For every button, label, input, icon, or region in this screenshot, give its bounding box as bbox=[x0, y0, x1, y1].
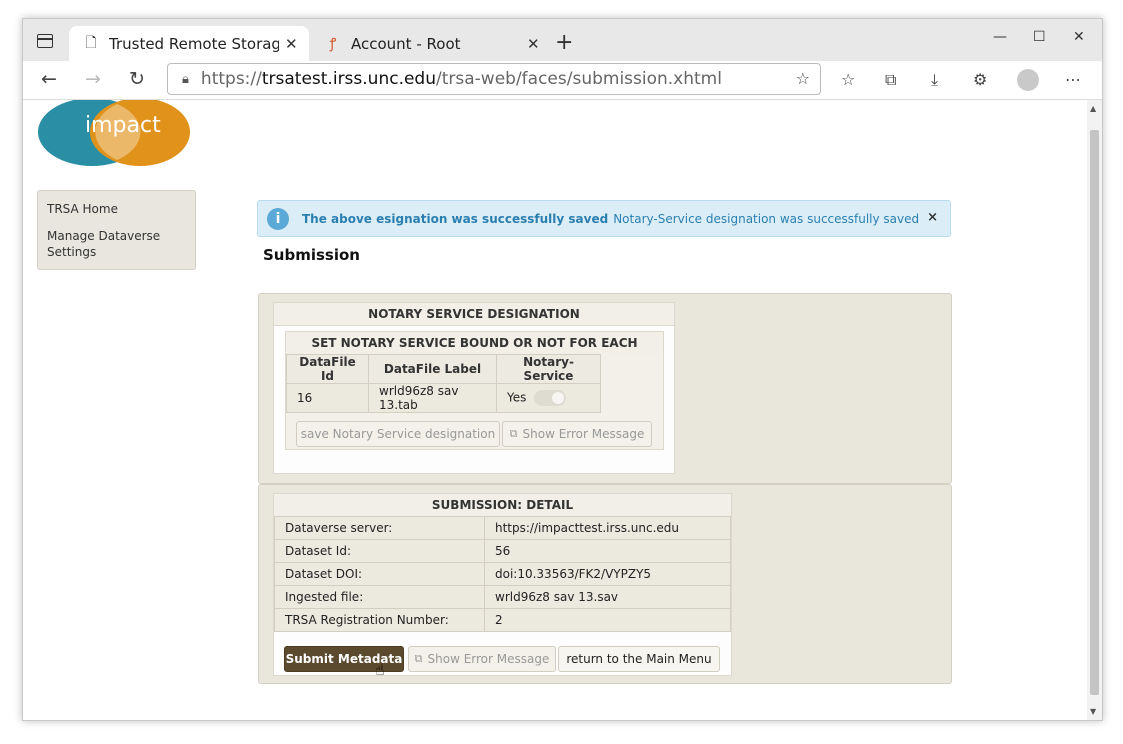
minimize-icon[interactable]: — bbox=[993, 29, 1007, 45]
favorites-icon[interactable]: ☆ bbox=[841, 70, 855, 89]
datafile-label-cell: wrld96z8 sav 13.tab bbox=[368, 383, 497, 413]
column-header-notary-service: Notary-Service bbox=[496, 354, 601, 384]
tab-trsa[interactable]: 🗋 Trusted Remote Storage A ✕ bbox=[69, 26, 309, 61]
tab-account-root[interactable]: ꝭ Account - Root ✕ bbox=[311, 26, 547, 61]
detail-value: doi:10.33563/FK2/VYPZY5 bbox=[484, 562, 731, 586]
column-header-datafile-id: DataFile Id bbox=[286, 354, 369, 384]
new-tab-icon[interactable]: + bbox=[555, 30, 573, 55]
message-summary: The above esignation was successfully sa… bbox=[302, 211, 609, 226]
sidebar-item-manage-dataverse-settings[interactable]: Manage Dataverse Settings bbox=[47, 228, 167, 260]
profile-avatar[interactable] bbox=[1017, 69, 1039, 91]
show-error-message-label: Show Error Message bbox=[427, 652, 550, 666]
ubuntu-sso-icon: ꝭ bbox=[329, 36, 337, 52]
external-link-icon: ⧉ bbox=[414, 652, 423, 665]
detail-value: 2 bbox=[484, 608, 731, 632]
browser-window: 🗋 Trusted Remote Storage A ✕ ꝭ Account -… bbox=[22, 18, 1103, 721]
submit-metadata-button[interactable]: Submit Metadata bbox=[284, 646, 404, 672]
notary-title: NOTARY SERVICE DESIGNATION bbox=[274, 303, 674, 326]
browser-toolbar: ← → ↻ 🔒︎ https://trsatest.irss.unc.edu/t… bbox=[23, 61, 1102, 100]
sidebar-item-trsa-home[interactable]: TRSA Home bbox=[47, 201, 118, 217]
scrollbar-thumb[interactable] bbox=[1090, 130, 1099, 695]
url-text: https://trsatest.irss.unc.edu/trsa-web/f… bbox=[200, 69, 722, 89]
notary-panel: NOTARY SERVICE DESIGNATION SET NOTARY SE… bbox=[258, 293, 952, 484]
collections-icon[interactable]: ⧉ bbox=[885, 70, 896, 90]
table-row: 16 wrld96z8 sav 13.tab Yes bbox=[286, 383, 601, 413]
info-icon: i bbox=[267, 207, 289, 230]
extensions-icon[interactable]: ⚙ bbox=[973, 70, 987, 89]
close-window-icon[interactable]: ✕ bbox=[1073, 29, 1085, 45]
page-icon: 🗋 bbox=[85, 34, 97, 51]
message-detail: Notary-Service designation was successfu… bbox=[613, 211, 920, 226]
lock-icon[interactable]: 🔒︎ bbox=[182, 72, 189, 87]
table-row: Dataverse server: https://impacttest.irs… bbox=[274, 516, 731, 540]
hand-cursor-icon: ☝ bbox=[375, 660, 385, 679]
notary-service-cell: Yes bbox=[496, 383, 601, 413]
notary-service-toggle[interactable] bbox=[534, 390, 567, 406]
notary-table: DataFile Id DataFile Label Notary-Servic… bbox=[286, 354, 601, 413]
scroll-down-icon[interactable]: ▼ bbox=[1090, 707, 1096, 716]
show-error-message-button[interactable]: ⧉ Show Error Message bbox=[408, 646, 556, 672]
submission-box: SUBMISSION: DETAIL Dataverse server: htt… bbox=[273, 493, 732, 676]
detail-value: wrld96z8 sav 13.sav bbox=[484, 585, 731, 609]
detail-key: Ingested file: bbox=[274, 585, 485, 609]
impact-logo[interactable]: impact bbox=[37, 100, 191, 168]
detail-key: TRSA Registration Number: bbox=[274, 608, 485, 632]
close-tab-icon[interactable]: ✕ bbox=[285, 35, 298, 53]
show-error-message-button[interactable]: ⧉ Show Error Message bbox=[502, 421, 652, 447]
detail-key: Dataverse server: bbox=[274, 516, 485, 540]
close-tab-icon[interactable]: ✕ bbox=[527, 35, 540, 53]
tab-title: Account - Root bbox=[351, 34, 461, 53]
datafile-id-cell: 16 bbox=[286, 383, 369, 413]
notary-service-value: Yes bbox=[507, 390, 527, 405]
table-row: Dataset DOI: doi:10.33563/FK2/VYPZY5 bbox=[274, 562, 731, 586]
forward-icon[interactable]: → bbox=[85, 68, 101, 90]
more-menu-icon[interactable]: ⋯ bbox=[1065, 70, 1081, 89]
table-row: Ingested file: wrld96z8 sav 13.sav bbox=[274, 585, 731, 609]
success-message: i The above esignation was successfully … bbox=[257, 200, 951, 237]
page-content: impact TRSA Home Manage Dataverse Settin… bbox=[23, 100, 1087, 720]
submission-title: SUBMISSION: DETAIL bbox=[274, 494, 731, 516]
close-message-icon[interactable]: × bbox=[927, 210, 938, 225]
external-link-icon: ⧉ bbox=[509, 427, 518, 440]
sidebar-menu: TRSA Home Manage Dataverse Settings bbox=[37, 190, 196, 270]
table-row: Dataset Id: 56 bbox=[274, 539, 731, 563]
notary-box: NOTARY SERVICE DESIGNATION SET NOTARY SE… bbox=[273, 302, 675, 474]
column-header-datafile-label: DataFile Label bbox=[368, 354, 497, 384]
save-notary-service-button[interactable]: save Notary Service designation bbox=[296, 421, 500, 447]
show-error-message-label: Show Error Message bbox=[522, 427, 645, 441]
tab-actions-icon[interactable] bbox=[37, 34, 53, 48]
table-row: TRSA Registration Number: 2 bbox=[274, 608, 731, 632]
tab-title: Trusted Remote Storage A bbox=[109, 34, 279, 53]
vertical-scrollbar[interactable]: ▲ ▼ bbox=[1087, 100, 1102, 720]
detail-key: Dataset DOI: bbox=[274, 562, 485, 586]
return-main-menu-button[interactable]: return to the Main Menu bbox=[558, 646, 720, 672]
maximize-icon[interactable]: ☐ bbox=[1033, 29, 1046, 45]
detail-value: 56 bbox=[484, 539, 731, 563]
scroll-up-icon[interactable]: ▲ bbox=[1090, 104, 1096, 113]
svg-text:impact: impact bbox=[85, 113, 161, 138]
detail-key: Dataset Id: bbox=[274, 539, 485, 563]
add-favorite-icon[interactable]: ☆ bbox=[796, 69, 810, 88]
submission-panel: SUBMISSION: DETAIL Dataverse server: htt… bbox=[258, 484, 952, 684]
notary-inner-box: SET NOTARY SERVICE BOUND OR NOT FOR EACH… bbox=[285, 331, 664, 450]
reload-icon[interactable]: ↻ bbox=[129, 68, 145, 90]
tab-strip: 🗋 Trusted Remote Storage A ✕ ꝭ Account -… bbox=[23, 19, 1102, 61]
address-bar[interactable]: 🔒︎ https://trsatest.irss.unc.edu/trsa-we… bbox=[167, 63, 821, 95]
detail-value: https://impacttest.irss.unc.edu bbox=[484, 516, 731, 540]
back-icon[interactable]: ← bbox=[41, 68, 57, 90]
submission-detail-table: Dataverse server: https://impacttest.irs… bbox=[274, 516, 731, 632]
page-title: Submission bbox=[263, 246, 360, 264]
notary-subtitle: SET NOTARY SERVICE BOUND OR NOT FOR EACH… bbox=[286, 332, 663, 372]
downloads-icon[interactable]: ⤓ bbox=[931, 70, 938, 90]
